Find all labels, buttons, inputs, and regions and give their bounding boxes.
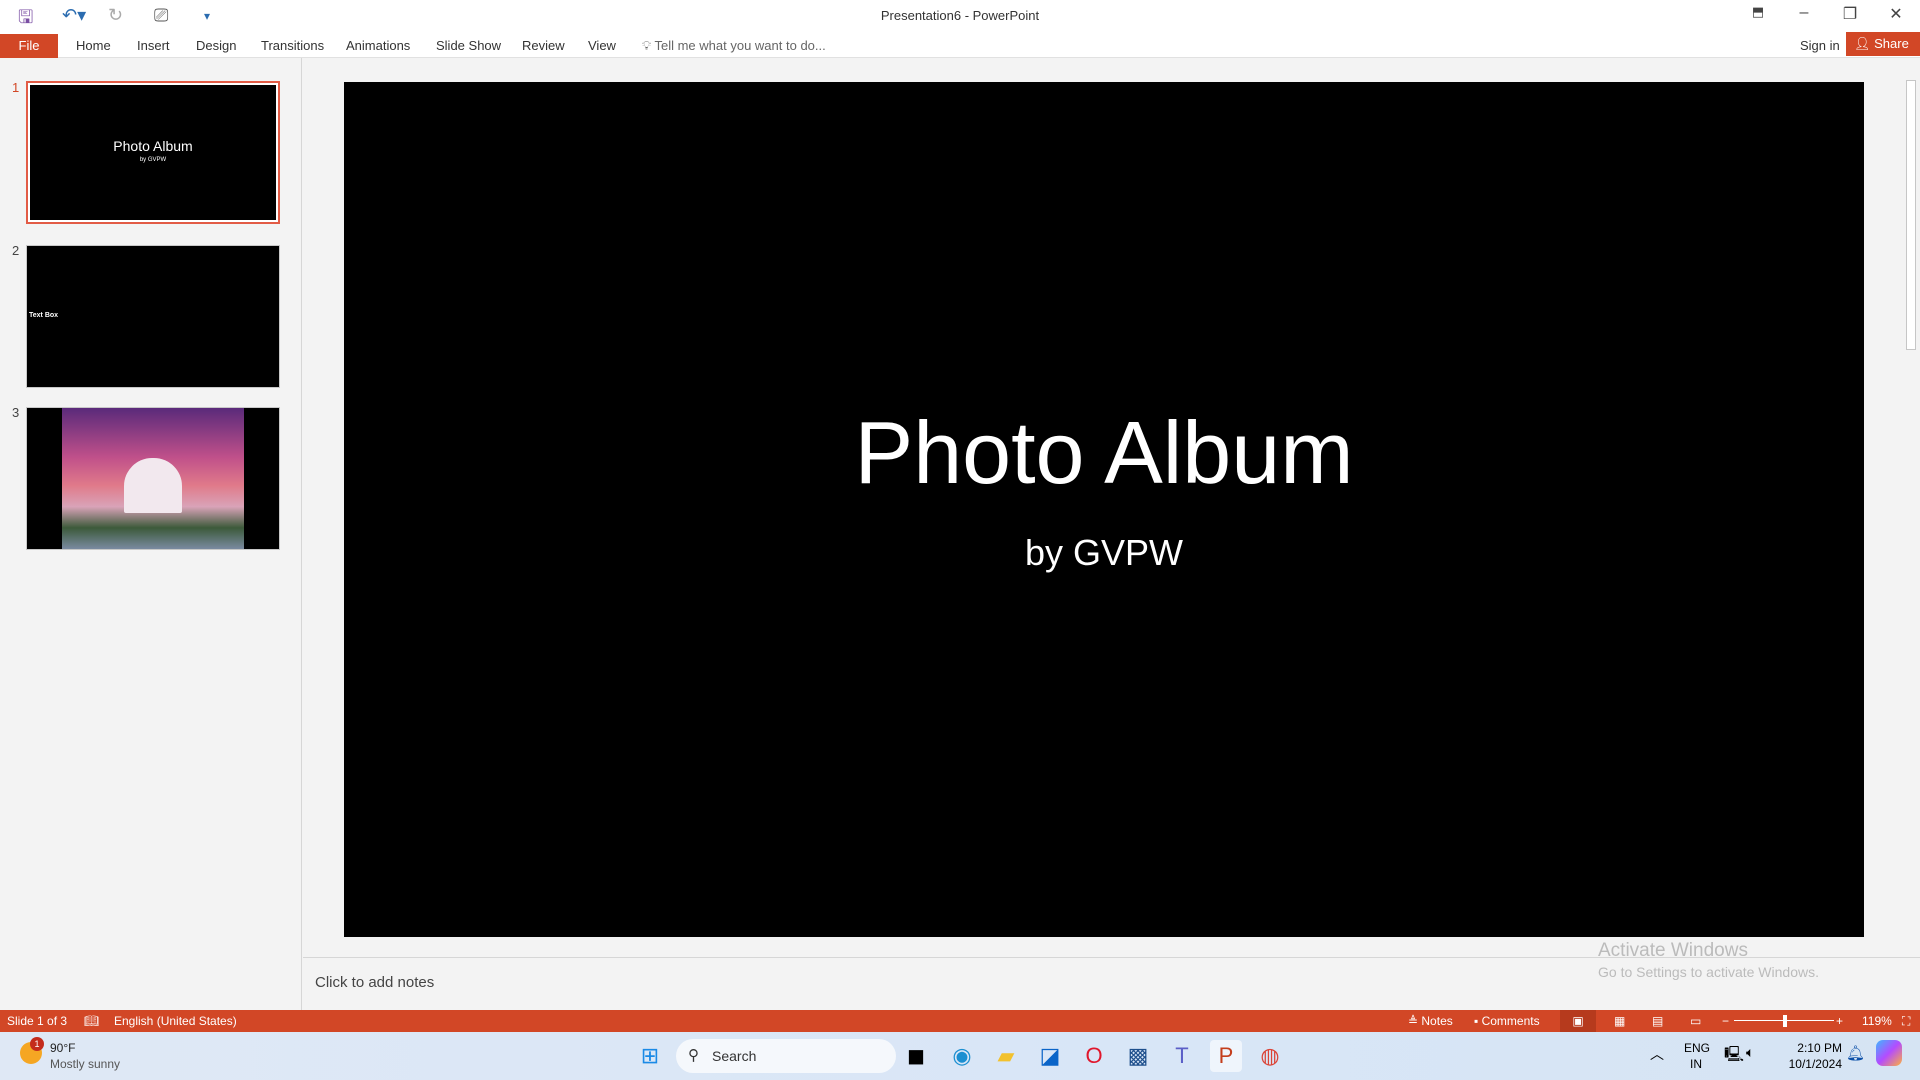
slide-counter: Slide 1 of 3 — [7, 1014, 68, 1028]
minimize-button[interactable]: – — [1784, 4, 1824, 28]
language-indicator[interactable]: English (United States) — [114, 1014, 237, 1028]
start-icon[interactable]: ⊞ — [634, 1040, 666, 1072]
weather-badge: 1 — [30, 1037, 44, 1051]
thumbnail-number: 3 — [12, 405, 20, 420]
tell-me-text: Tell me what you want to do... — [654, 38, 826, 53]
slide-canvas[interactable]: Photo Album by GVPW — [344, 82, 1864, 937]
edge-icon[interactable]: ◉ — [946, 1040, 978, 1072]
thumbnail-slide-3[interactable] — [26, 407, 280, 550]
network-icon[interactable]: 🖳︎ — [1724, 1044, 1744, 1069]
teams-icon[interactable]: T — [1166, 1040, 1198, 1072]
tab-slide-show[interactable]: Slide Show — [436, 38, 501, 53]
language-line2[interactable]: IN — [1690, 1057, 1702, 1071]
activation-watermark-title: Activate Windows — [1598, 940, 1748, 961]
task-view-icon[interactable]: ◼ — [900, 1040, 932, 1072]
slide-show-icon[interactable]: ▭ — [1690, 1014, 1701, 1028]
share-label: Share — [1874, 36, 1909, 51]
copilot-icon[interactable] — [1876, 1040, 1902, 1066]
file-explorer-icon[interactable]: ▰ — [990, 1040, 1022, 1072]
weather-desc[interactable]: Mostly sunny — [50, 1057, 120, 1071]
thumbnail-slide-1[interactable]: Photo Album by GVPW — [26, 81, 280, 224]
share-button[interactable]: 👤︎ Share — [1846, 32, 1920, 56]
comments-label: Comments — [1481, 1014, 1540, 1028]
tab-home[interactable]: Home — [76, 38, 111, 53]
outlook-icon[interactable]: ◪ — [1034, 1040, 1066, 1072]
slide-sorter-icon[interactable]: ▦ — [1614, 1014, 1625, 1028]
lightbulb-icon: 💡︎ — [642, 38, 655, 53]
clock-time[interactable]: 2:10 PM — [1774, 1041, 1842, 1055]
zoom-in-button[interactable]: + — [1836, 1014, 1843, 1028]
thumbnail-subtitle: by GVPW — [139, 157, 167, 163]
notes-label: Notes — [1421, 1014, 1453, 1028]
weather-temp[interactable]: 90°F — [50, 1041, 75, 1055]
zoom-out-button[interactable]: − — [1722, 1014, 1729, 1028]
activation-watermark-text: Go to Settings to activate Windows. — [1598, 964, 1819, 980]
chrome-icon[interactable]: ◍ — [1254, 1040, 1286, 1072]
clock-date[interactable]: 10/1/2024 — [1774, 1057, 1842, 1071]
search-icon: ⚲ — [688, 1047, 699, 1064]
show-hidden-icons-icon[interactable]: ︿ — [1650, 1044, 1664, 1064]
thumbnail-title: Photo Album — [113, 138, 193, 154]
taskbar: 1 90°F Mostly sunny ⊞ ⚲ Search ◼ ◉ ▰ ◪ O … — [0, 1032, 1920, 1080]
comments-button[interactable]: ▪ Comments — [1474, 1014, 1540, 1028]
thumbnail-slide-2[interactable]: Text Box — [26, 245, 280, 388]
powerpoint-icon[interactable]: P — [1210, 1040, 1242, 1072]
tab-file[interactable]: File — [0, 34, 58, 58]
window-title: Presentation6 - PowerPoint — [880, 8, 1040, 23]
tab-insert[interactable]: Insert — [137, 38, 170, 53]
search-label: Search — [712, 1048, 757, 1064]
slide-title[interactable]: Photo Album — [344, 402, 1864, 504]
status-bar: Slide 1 of 3 📖︎ English (United States) … — [0, 1010, 1920, 1032]
thumbnail-number: 2 — [12, 243, 20, 258]
zoom-slider-thumb[interactable] — [1783, 1015, 1787, 1027]
zoom-level[interactable]: 119% — [1862, 1014, 1892, 1028]
reading-view-icon[interactable]: ▤ — [1652, 1014, 1663, 1028]
close-button[interactable]: ✕ — [1876, 4, 1916, 28]
volume-icon[interactable]: 🔈︎ — [1746, 1044, 1754, 1061]
tab-transitions[interactable]: Transitions — [261, 38, 324, 53]
notes-placeholder: Click to add notes — [315, 974, 435, 991]
fit-slide-icon[interactable]: ⛶ — [1902, 1014, 1910, 1029]
taskbar-search[interactable]: ⚲ Search — [676, 1039, 896, 1073]
person-add-icon: 👤︎ — [1854, 36, 1875, 51]
tell-me-input[interactable]: 💡︎ Tell me what you want to do... — [642, 38, 826, 54]
language-line1[interactable]: ENG — [1684, 1041, 1710, 1055]
slide-subtitle[interactable]: by GVPW — [344, 532, 1864, 574]
normal-view-icon[interactable]: ▣ — [1560, 1010, 1596, 1032]
ribbon-display-icon[interactable]: ⬒ — [1738, 4, 1778, 28]
scrollbar-thumb[interactable] — [1906, 80, 1916, 350]
spell-check-icon[interactable]: 📖︎ — [84, 1014, 99, 1028]
monument-shape — [124, 458, 182, 513]
store-icon[interactable]: ▩ — [1122, 1040, 1154, 1072]
notes-button[interactable]: ≜ Notes — [1408, 1014, 1453, 1028]
tab-animations[interactable]: Animations — [346, 38, 410, 53]
restore-button[interactable]: ❐ — [1830, 4, 1870, 28]
tab-review[interactable]: Review — [522, 38, 565, 53]
thumbnail-text: Text Box — [29, 312, 59, 319]
taj-mahal-photo — [62, 408, 244, 549]
title-bar: 🖫 ↶▾ ↻ ⎚ ▾ Presentation6 - PowerPoint ⬒ … — [0, 0, 1920, 30]
sign-in-link[interactable]: Sign in — [1800, 38, 1840, 53]
notification-bell-icon[interactable]: 🔔︎ — [1846, 1044, 1865, 1062]
thumbnail-number: 1 — [12, 80, 20, 95]
tab-design[interactable]: Design — [196, 38, 236, 53]
tab-view[interactable]: View — [588, 38, 616, 53]
opera-icon[interactable]: O — [1078, 1040, 1110, 1072]
